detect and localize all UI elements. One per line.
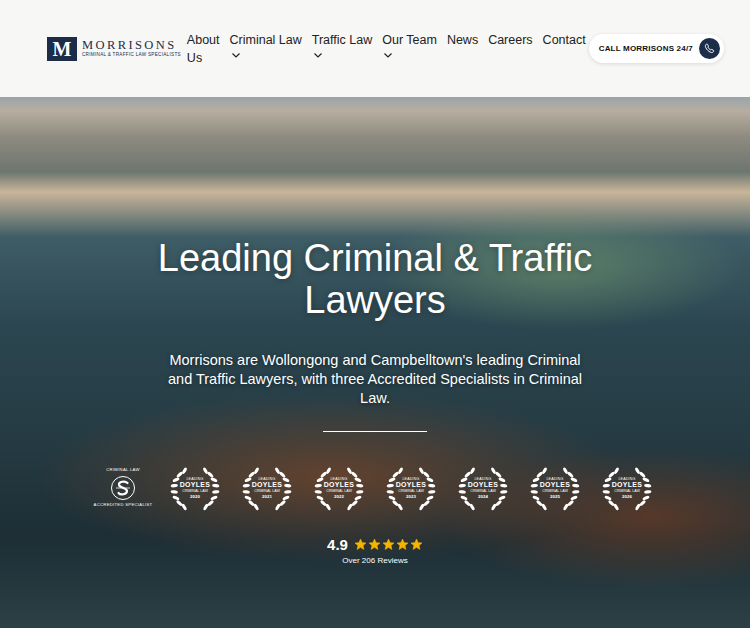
nav-label: News: [447, 31, 478, 49]
badge-sub: CRIMINAL LAW: [398, 489, 424, 493]
star-icon: [396, 538, 409, 551]
badge-top: LEADING: [402, 477, 419, 481]
logo-mark: M: [47, 37, 77, 61]
badge-sub: CRIMINAL LAW: [182, 489, 208, 493]
badge-content: CRIMINAL LAW ACCREDITED SPECIALIST: [94, 468, 153, 507]
logo[interactable]: M MORRISONSCRIMINAL & TRAFFIC LAW SPECIAL…: [47, 37, 181, 61]
logo-title: MORRISONS: [82, 39, 181, 52]
star-icon: [368, 538, 381, 551]
badge-year: 2023: [406, 494, 416, 499]
badge-year: 2020: [190, 494, 200, 499]
nav-item[interactable]: News: [447, 31, 478, 49]
badge-bottom: ACCREDITED SPECIALIST: [94, 503, 153, 508]
doyles-badge: LEADINGDOYLESCRIMINAL LAW2020: [169, 462, 221, 514]
badge-name: DOYLES: [540, 481, 571, 489]
badge-name: DOYLES: [180, 481, 211, 489]
doyles-badge: LEADINGDOYLESCRIMINAL LAW2022: [313, 462, 365, 514]
badge-sub: CRIMINAL LAW: [470, 489, 496, 493]
nav-label: Criminal Law: [230, 31, 302, 49]
badge-sub: CRIMINAL LAW: [254, 489, 280, 493]
badge-year: 2026: [622, 494, 632, 499]
badge-top: LEADING: [618, 477, 635, 481]
badge-top: LEADING: [474, 477, 491, 481]
nav-item[interactable]: Criminal Law: [230, 31, 302, 59]
nav-item[interactable]: Careers: [488, 31, 532, 49]
specialist-emblem-icon: [110, 475, 136, 501]
site-header: M MORRISONSCRIMINAL & TRAFFIC LAW SPECIAL…: [0, 0, 750, 97]
phone-icon: [699, 38, 720, 59]
badge-top: LEADING: [258, 477, 275, 481]
doyles-badge: LEADINGDOYLESCRIMINAL LAW2026: [601, 462, 653, 514]
star-icon: [410, 538, 423, 551]
badge-content: LEADINGDOYLESCRIMINAL LAW2026: [611, 477, 643, 498]
award-badges: CRIMINAL LAW ACCREDITED SPECIALIST LEADING…: [97, 462, 653, 514]
nav-label: Our Team: [382, 31, 437, 49]
stars: [354, 538, 423, 551]
badge-sub: CRIMINAL LAW: [614, 489, 640, 493]
nav-item[interactable]: Traffic Law: [312, 31, 372, 59]
divider: [323, 431, 427, 432]
badge-year: 2025: [550, 494, 560, 499]
nav-item[interactable]: About Us: [187, 31, 220, 67]
nav-label: About Us: [187, 31, 220, 67]
badge-sub: CRIMINAL LAW: [542, 489, 568, 493]
chevron-down-icon: [313, 51, 323, 59]
badge-sub: CRIMINAL LAW: [326, 489, 352, 493]
badge-name: DOYLES: [468, 481, 499, 489]
badge-content: LEADINGDOYLESCRIMINAL LAW2020: [179, 477, 211, 498]
logo-subtitle: CRIMINAL & TRAFFIC LAW SPECIALISTS: [82, 53, 181, 58]
badge-top: LEADING: [330, 477, 347, 481]
doyles-badge: LEADINGDOYLESCRIMINAL LAW2023: [385, 462, 437, 514]
badge-top: LEADING: [186, 477, 203, 481]
main-nav: About Us Criminal Law Traffic Law Our Team N…: [187, 31, 583, 67]
badge-year: 2024: [478, 494, 488, 499]
badge-top: LEADING: [546, 477, 563, 481]
badge-name: DOYLES: [612, 481, 643, 489]
nav-item[interactable]: Contact: [543, 31, 586, 49]
badge-name: DOYLES: [324, 481, 355, 489]
reviews-count: Over 206 Reviews: [342, 556, 407, 565]
star-icon: [382, 538, 395, 551]
logo-text: MORRISONSCRIMINAL & TRAFFIC LAW SPECIALI…: [82, 39, 181, 58]
badge-year: 2022: [334, 494, 344, 499]
nav-label: Careers: [488, 31, 532, 49]
call-label: CALL MORRISONS 24/7: [599, 44, 693, 53]
star-icon: [354, 538, 367, 551]
chevron-down-icon: [383, 51, 393, 59]
rating-value: 4.9: [327, 536, 348, 553]
badge-content: LEADINGDOYLESCRIMINAL LAW2025: [539, 477, 571, 498]
badge-content: LEADINGDOYLESCRIMINAL LAW2022: [323, 477, 355, 498]
badge-year: 2021: [262, 494, 272, 499]
logo-letter: M: [53, 39, 72, 59]
badge-name: DOYLES: [396, 481, 427, 489]
doyles-badge: LEADINGDOYLESCRIMINAL LAW2024: [457, 462, 509, 514]
hero-section: Leading Criminal & Traffic Lawyers Morris…: [0, 97, 750, 628]
rating: 4.9 Over 206 Reviews: [327, 536, 423, 565]
doyles-badge: LEADINGDOYLESCRIMINAL LAW2025: [529, 462, 581, 514]
hero-title: Leading Criminal & Traffic Lawyers: [140, 237, 610, 321]
nav-item[interactable]: Our Team: [382, 31, 437, 59]
badge-content: LEADINGDOYLESCRIMINAL LAW2024: [467, 477, 499, 498]
rating-row: 4.9: [327, 536, 423, 553]
nav-label: Contact: [543, 31, 586, 49]
badge-top: CRIMINAL LAW: [106, 468, 140, 473]
chevron-down-icon: [231, 51, 241, 59]
badge-content: LEADINGDOYLESCRIMINAL LAW2021: [251, 477, 283, 498]
badge-name: DOYLES: [252, 481, 283, 489]
call-button[interactable]: CALL MORRISONS 24/7: [589, 34, 724, 63]
specialist-badge: CRIMINAL LAWACCREDITED SPECIALIST: [97, 462, 149, 514]
hero-subtitle: Morrisons are Wollongong and Campbelltow…: [160, 351, 590, 408]
doyles-badge: LEADINGDOYLESCRIMINAL LAW2021: [241, 462, 293, 514]
nav-label: Traffic Law: [312, 31, 372, 49]
badge-content: LEADINGDOYLESCRIMINAL LAW2023: [395, 477, 427, 498]
